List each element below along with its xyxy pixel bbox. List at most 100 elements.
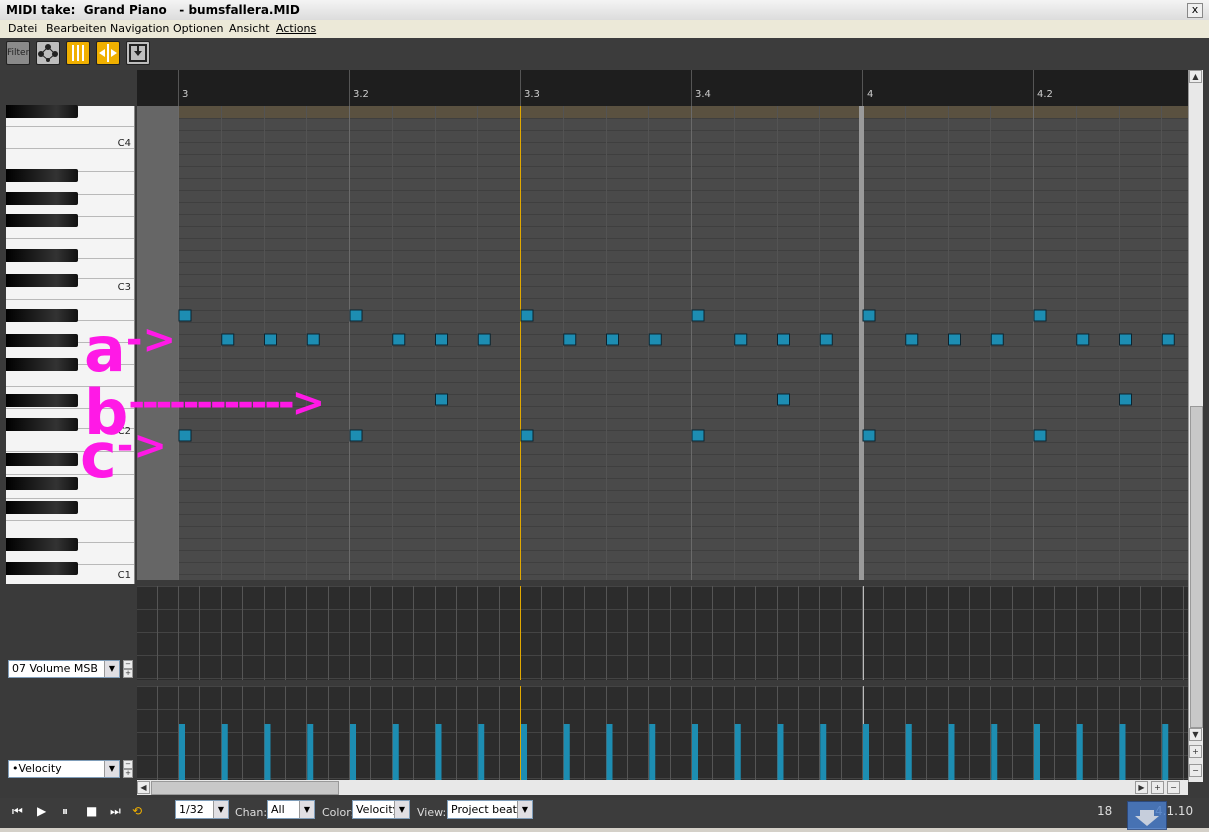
scroll-up-button[interactable]: ▲ bbox=[1189, 70, 1202, 83]
import-button[interactable] bbox=[126, 41, 150, 65]
scroll-left-button[interactable]: ◀ bbox=[137, 781, 150, 794]
ruler-label: 4.2 bbox=[1037, 89, 1053, 100]
cc-lane-grid[interactable] bbox=[137, 586, 1188, 680]
cc-grid-line bbox=[584, 586, 585, 680]
black-key[interactable] bbox=[6, 249, 78, 262]
pause-icon[interactable]: ⏸ bbox=[62, 804, 68, 819]
stop-icon[interactable]: ■ bbox=[86, 804, 97, 818]
cc-grid-line bbox=[1054, 586, 1055, 680]
play-icon[interactable]: ▶ bbox=[37, 804, 46, 818]
grid-button[interactable] bbox=[66, 41, 90, 65]
black-key[interactable] bbox=[6, 169, 78, 182]
black-key[interactable] bbox=[6, 394, 78, 407]
ruler-tick bbox=[1033, 70, 1034, 106]
velocity-grid-line bbox=[798, 686, 799, 780]
cc-row-line bbox=[137, 632, 1188, 633]
black-key[interactable] bbox=[6, 309, 78, 322]
black-key[interactable] bbox=[6, 214, 78, 227]
black-key[interactable] bbox=[6, 453, 78, 466]
scroll-down-button[interactable]: ▼ bbox=[1189, 728, 1202, 741]
black-key[interactable] bbox=[6, 418, 78, 431]
black-key[interactable] bbox=[6, 192, 78, 205]
beat-line bbox=[1033, 106, 1034, 580]
close-button[interactable]: x bbox=[1187, 3, 1203, 18]
loop-icon[interactable]: ⟲ bbox=[132, 804, 142, 818]
zoom-in-horizontal-button[interactable]: + bbox=[1151, 781, 1164, 794]
ruler-label: 3 bbox=[182, 89, 189, 100]
midi-note-row-a bbox=[1119, 333, 1132, 346]
black-key[interactable] bbox=[6, 274, 78, 287]
menu-optionen[interactable]: Optionen bbox=[173, 22, 223, 35]
menu-actions[interactable]: Actions bbox=[276, 22, 316, 35]
midi-note-row-a bbox=[563, 333, 577, 346]
lane-add-button[interactable]: + bbox=[123, 769, 133, 778]
grid-select[interactable]: 1/32 ▼ bbox=[175, 800, 229, 819]
cc-lane-volume[interactable] bbox=[137, 586, 1188, 680]
vertical-scrollbar[interactable]: ▲ ▼ + − bbox=[1188, 70, 1203, 782]
velocity-bar bbox=[1119, 724, 1126, 780]
menu-navigation[interactable]: Navigation bbox=[110, 22, 169, 35]
zoom-out-horizontal-button[interactable]: − bbox=[1167, 781, 1180, 794]
cc-grid-line bbox=[1183, 586, 1184, 680]
cc-lane-velocity[interactable] bbox=[137, 686, 1188, 780]
black-key[interactable] bbox=[6, 477, 78, 490]
black-key[interactable] bbox=[6, 358, 78, 371]
velocity-grid-line bbox=[1054, 686, 1055, 780]
snap-button[interactable] bbox=[96, 41, 120, 65]
cc-row-line bbox=[137, 709, 1188, 710]
scroll-right-button[interactable]: ▶ bbox=[1135, 781, 1148, 794]
black-key[interactable] bbox=[6, 538, 78, 551]
velocity-grid-line bbox=[1097, 686, 1098, 780]
skip-forward-icon[interactable]: ⏭ bbox=[110, 804, 121, 819]
black-key[interactable] bbox=[6, 334, 78, 347]
midi-note-row-c bbox=[691, 429, 705, 442]
cc-lane-2-select[interactable]: •Velocity ▼ bbox=[8, 760, 120, 778]
zoom-in-vertical-button[interactable]: + bbox=[1189, 745, 1202, 758]
dock-button[interactable] bbox=[1127, 801, 1167, 830]
velocity-lane-grid[interactable] bbox=[137, 686, 1188, 780]
black-key[interactable] bbox=[6, 562, 78, 575]
white-key-divider bbox=[6, 238, 134, 239]
cc-grid-line bbox=[1119, 586, 1120, 680]
midi-note-row-b bbox=[435, 393, 448, 406]
menu-datei[interactable]: Datei bbox=[8, 22, 37, 35]
annotation-c-letter: c bbox=[80, 419, 117, 492]
ruler-tick bbox=[520, 70, 521, 106]
cc-grid-line bbox=[841, 586, 842, 680]
filter-button[interactable]: Filter bbox=[6, 41, 30, 65]
cc-grid-line bbox=[1012, 586, 1013, 680]
row-line bbox=[178, 382, 1188, 383]
vertical-scroll-thumb[interactable] bbox=[1190, 406, 1203, 728]
cc-grid-line bbox=[264, 586, 265, 680]
black-key[interactable] bbox=[6, 105, 78, 118]
menu-bearbeiten[interactable]: Bearbeiten bbox=[46, 22, 106, 35]
timeline-ruler[interactable]: 3 3.2 3.3 3.4 4 4.2 bbox=[137, 70, 1188, 106]
color-value: Velocity bbox=[356, 803, 400, 816]
velocity-bar bbox=[264, 724, 271, 780]
color-select[interactable]: Velocity ▼ bbox=[352, 800, 410, 819]
horizontal-scrollbar[interactable]: ◀ ▶ + − bbox=[137, 780, 1188, 795]
toolbar: Filter bbox=[0, 38, 1209, 70]
black-key[interactable] bbox=[6, 501, 78, 514]
lane-remove-button[interactable]: − bbox=[123, 660, 133, 669]
cc-lane-1-select[interactable]: 07 Volume MSB ▼ bbox=[8, 660, 120, 678]
zoom-out-vertical-button[interactable]: − bbox=[1189, 764, 1202, 777]
velocity-grid-line bbox=[178, 686, 179, 780]
view-select[interactable]: Project beats ▼ bbox=[447, 800, 533, 819]
velocity-bar bbox=[863, 724, 869, 780]
cc-row-line bbox=[137, 609, 1188, 610]
envelope-button[interactable] bbox=[36, 41, 60, 65]
horizontal-scroll-thumb[interactable] bbox=[151, 781, 339, 795]
note-grid[interactable] bbox=[137, 106, 1188, 580]
chan-label: Chan: bbox=[235, 806, 268, 819]
cc-row-line bbox=[137, 678, 1188, 679]
annotation-c: c-> bbox=[80, 416, 167, 487]
piano-roll-grid[interactable] bbox=[137, 106, 1188, 580]
lane-add-button[interactable]: + bbox=[123, 669, 133, 678]
color-label: Color: bbox=[322, 806, 355, 819]
lane-remove-button[interactable]: − bbox=[123, 760, 133, 769]
octave-label-c3: C3 bbox=[117, 282, 131, 293]
channel-select[interactable]: All ▼ bbox=[267, 800, 315, 819]
menu-ansicht[interactable]: Ansicht bbox=[229, 22, 270, 35]
skip-back-icon[interactable]: ⏮ bbox=[12, 804, 23, 819]
